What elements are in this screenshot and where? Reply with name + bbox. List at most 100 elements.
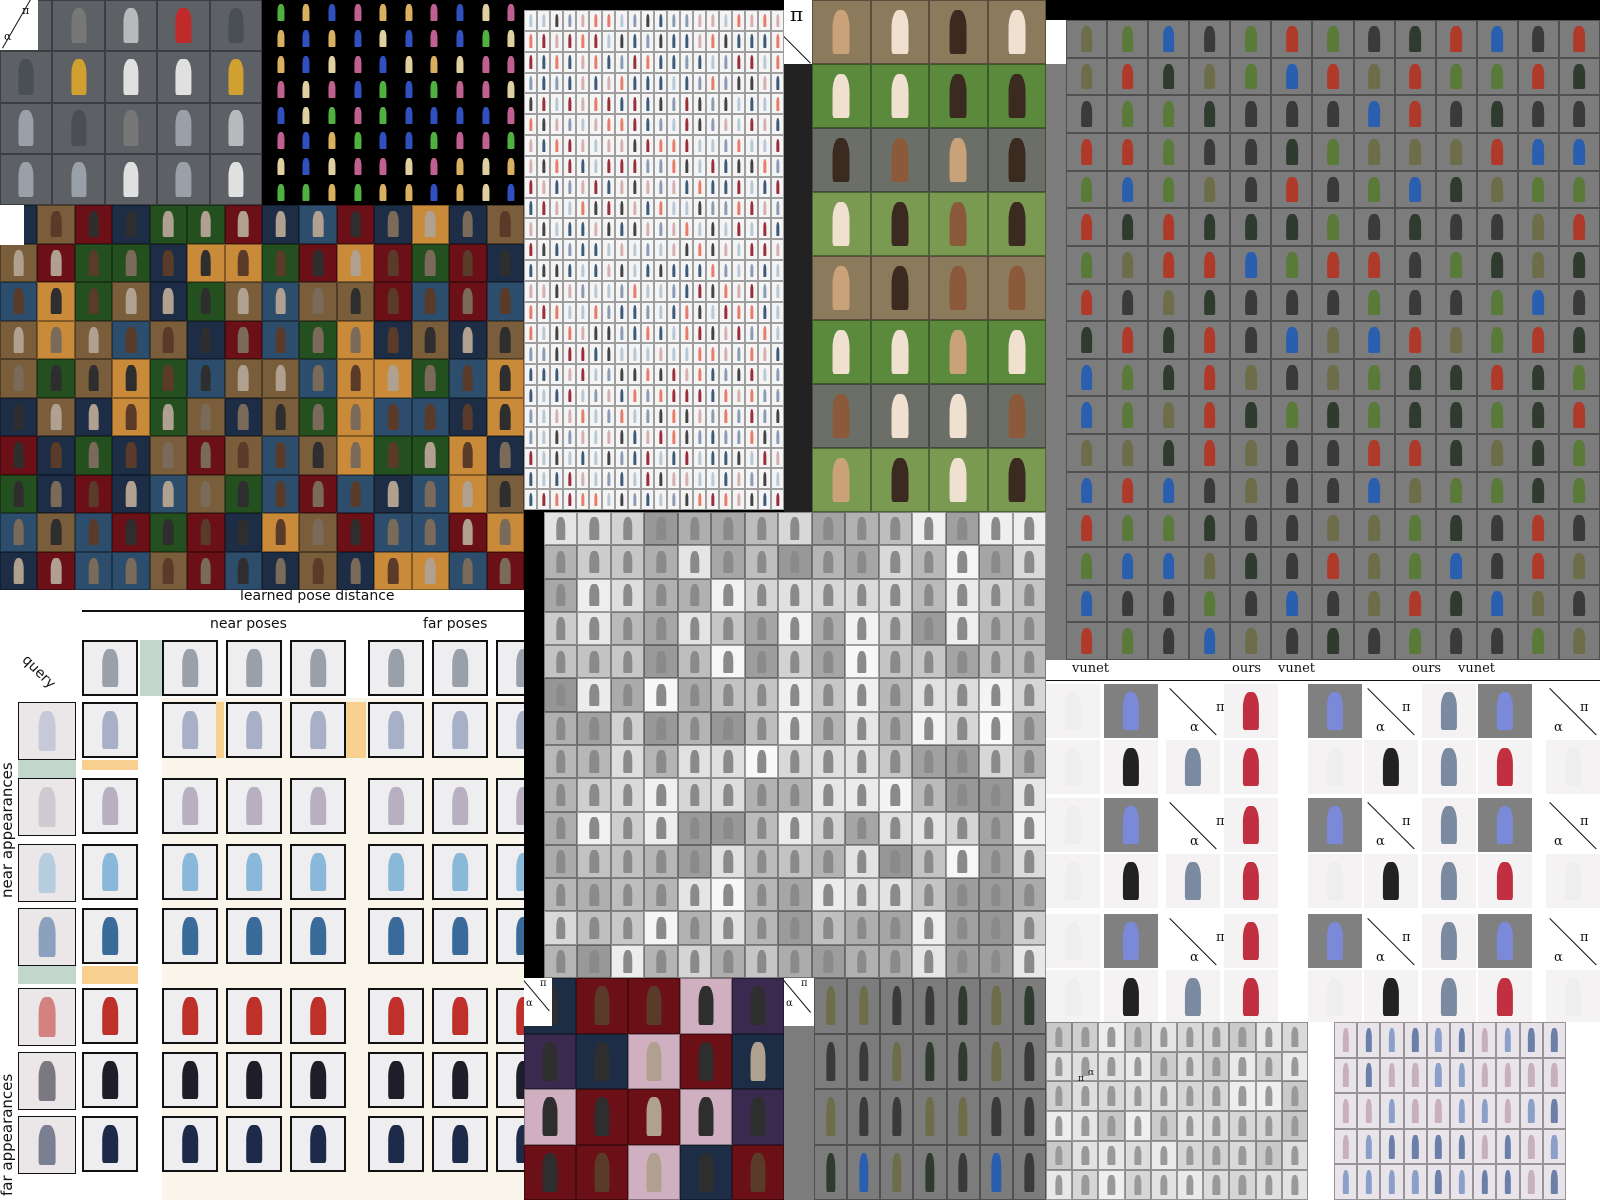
figure-silhouette bbox=[736, 201, 741, 215]
figure-silhouette bbox=[379, 132, 387, 150]
retrieval-thumbnail bbox=[226, 702, 282, 758]
figure-silhouette bbox=[756, 550, 767, 574]
figure-silhouette bbox=[1212, 1086, 1220, 1107]
figure-silhouette bbox=[1134, 1115, 1142, 1136]
figure-silhouette bbox=[1528, 1027, 1535, 1052]
figure-silhouette bbox=[1368, 289, 1380, 316]
figure-silhouette bbox=[312, 442, 324, 469]
figure-silhouette bbox=[645, 221, 650, 236]
figure-silhouette bbox=[200, 288, 212, 315]
sprite-thumbnail bbox=[396, 51, 422, 77]
sprite-thumbnail bbox=[472, 25, 499, 52]
object-thumbnail bbox=[811, 611, 846, 646]
figure-silhouette bbox=[622, 816, 633, 840]
speaker-thumbnail bbox=[112, 205, 150, 244]
fashion-thumbnail bbox=[550, 51, 563, 73]
figure-silhouette bbox=[275, 519, 287, 546]
figure-silhouette bbox=[606, 221, 611, 236]
fashion-thumbnail bbox=[576, 405, 589, 427]
figure-silhouette bbox=[1504, 1027, 1512, 1052]
retrieval-thumbnail bbox=[496, 640, 524, 696]
object-thumbnail bbox=[1150, 1110, 1177, 1141]
object-thumbnail bbox=[610, 878, 645, 912]
fashion-thumbnail bbox=[641, 301, 654, 323]
horse-thumbnail bbox=[870, 448, 929, 512]
figure-silhouette bbox=[328, 132, 336, 150]
figure-silhouette bbox=[1024, 683, 1034, 707]
person-thumbnail bbox=[1558, 471, 1600, 510]
figure-silhouette bbox=[387, 480, 399, 507]
object-thumbnail bbox=[878, 578, 913, 612]
figure-silhouette bbox=[790, 617, 800, 640]
fashion-thumbnail bbox=[576, 135, 589, 156]
fashion-thumbnail bbox=[758, 197, 771, 219]
retrieval-thumbnail bbox=[162, 908, 218, 964]
fashion-thumbnail bbox=[602, 114, 615, 135]
figure-silhouette bbox=[890, 950, 901, 973]
object-thumbnail bbox=[744, 811, 779, 845]
human-pose-panel bbox=[1046, 0, 1600, 660]
fashion-thumbnail bbox=[589, 385, 602, 406]
figure-silhouette bbox=[658, 159, 663, 173]
fashion-thumbnail bbox=[732, 385, 745, 406]
figure-silhouette bbox=[832, 137, 850, 183]
retrieval-figure: learned pose distance near poses far pos… bbox=[0, 590, 524, 1200]
figure-silhouette bbox=[775, 242, 780, 257]
figure-silhouette bbox=[1409, 25, 1421, 52]
figure-silhouette bbox=[622, 850, 633, 873]
figure-silhouette bbox=[1242, 747, 1260, 787]
figure-silhouette bbox=[1244, 101, 1257, 127]
fashion-thumbnail bbox=[641, 155, 654, 177]
fashion-thumbnail bbox=[589, 30, 602, 52]
fashion-thumbnail bbox=[667, 30, 680, 52]
figure-silhouette bbox=[1203, 364, 1216, 391]
figure-silhouette bbox=[925, 1041, 935, 1081]
fashion-thumbnail bbox=[615, 280, 628, 302]
figure-silhouette bbox=[1121, 590, 1134, 617]
figure-silhouette bbox=[1121, 402, 1134, 429]
figure-silhouette bbox=[823, 583, 834, 607]
figure-silhouette bbox=[1327, 251, 1339, 278]
figure-silhouette bbox=[1435, 1098, 1442, 1124]
figure-silhouette bbox=[671, 430, 676, 444]
figure-silhouette bbox=[1203, 25, 1216, 52]
sprite-thumbnail bbox=[447, 179, 473, 205]
person-thumbnail bbox=[1353, 434, 1395, 472]
figure-silhouette bbox=[1504, 1063, 1512, 1088]
figure-silhouette bbox=[1440, 805, 1458, 845]
person-thumbnail bbox=[1558, 584, 1600, 623]
fashion-thumbnail bbox=[745, 280, 758, 302]
figure-silhouette bbox=[528, 96, 533, 111]
figure-silhouette bbox=[632, 263, 637, 278]
object-thumbnail bbox=[1177, 1051, 1204, 1082]
figure-silhouette bbox=[1184, 861, 1202, 901]
retrieval-thumbnail bbox=[368, 1052, 424, 1108]
speaker-thumbnail bbox=[224, 282, 262, 321]
fashion-thumbnail bbox=[1519, 1022, 1543, 1058]
fashion-thumbnail bbox=[719, 468, 732, 490]
object-thumbnail bbox=[1150, 1140, 1177, 1171]
figure-silhouette bbox=[957, 617, 968, 640]
fashion-thumbnail bbox=[641, 260, 654, 281]
object-thumbnail bbox=[744, 545, 779, 579]
object-thumbnail bbox=[1046, 1081, 1073, 1111]
figure-silhouette bbox=[593, 201, 598, 215]
fashion-thumbnail bbox=[758, 93, 771, 115]
fashion-thumbnail bbox=[615, 468, 628, 490]
figure-silhouette bbox=[671, 305, 676, 319]
object-thumbnail bbox=[677, 678, 712, 712]
figure-silhouette bbox=[1532, 289, 1545, 316]
figure-silhouette bbox=[658, 180, 663, 194]
figure-silhouette bbox=[88, 211, 99, 238]
figure-silhouette bbox=[1368, 553, 1380, 579]
figure-silhouette bbox=[38, 852, 56, 894]
horse-thumbnail bbox=[987, 64, 1046, 128]
figure-silhouette bbox=[1388, 1170, 1396, 1195]
speaker-thumbnail bbox=[187, 243, 225, 282]
figure-silhouette bbox=[200, 480, 212, 507]
speaker-thumbnail bbox=[187, 397, 225, 436]
figure-silhouette bbox=[1162, 364, 1175, 391]
person-thumbnail bbox=[1435, 622, 1477, 660]
figure-silhouette bbox=[1162, 176, 1175, 203]
figure-silhouette bbox=[775, 13, 780, 28]
